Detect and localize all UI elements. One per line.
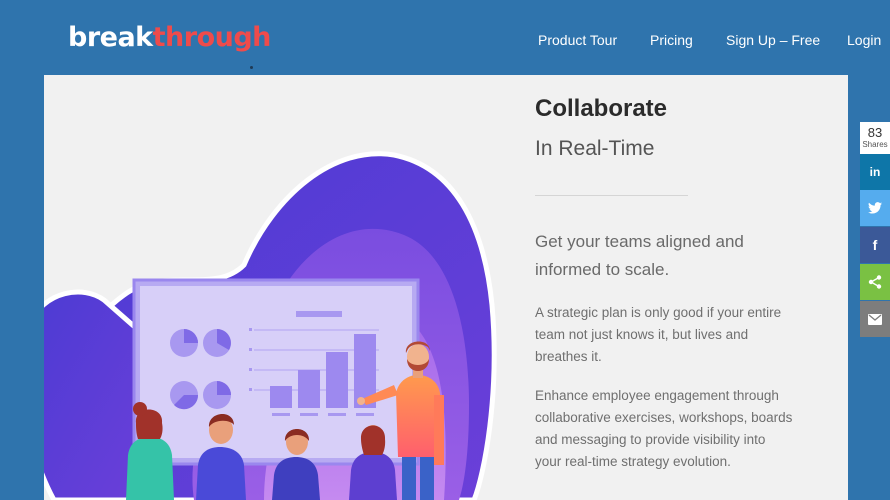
- hero-subtitle: In Real-Time: [535, 137, 655, 160]
- nav-pricing[interactable]: Pricing: [650, 32, 693, 48]
- site-header: breakthrough Product Tour Pricing Sign U…: [44, 0, 881, 75]
- twitter-icon: [868, 202, 882, 214]
- generic-share-button[interactable]: [860, 264, 890, 300]
- email-share-button[interactable]: [860, 301, 890, 337]
- share-count-label: Shares: [862, 140, 888, 149]
- email-icon: [868, 313, 882, 325]
- logo-text-break: break: [68, 22, 153, 53]
- decorative-dot: [250, 66, 253, 69]
- logo[interactable]: breakthrough: [68, 20, 271, 56]
- divider: [535, 195, 688, 196]
- nav-product-tour[interactable]: Product Tour: [538, 32, 617, 48]
- hero-paragraph-1: A strategic plan is only good if your en…: [535, 305, 782, 364]
- nav-sign-up[interactable]: Sign Up – Free: [726, 32, 820, 48]
- logo-text-through: through: [152, 22, 272, 53]
- presentation-illustration: [44, 151, 497, 500]
- share-count-number: 83: [867, 125, 883, 140]
- twitter-share-button[interactable]: [860, 190, 890, 226]
- hero-paragraph-2: Enhance employee engagement through coll…: [535, 388, 793, 469]
- facebook-share-button[interactable]: f: [860, 227, 890, 263]
- share-count: 83 Shares: [860, 122, 890, 154]
- facebook-icon: f: [872, 237, 878, 253]
- hero-title: Collaborate: [535, 95, 668, 122]
- hero-lead: Get your teams aligned and informed to s…: [535, 232, 744, 279]
- linkedin-share-button[interactable]: in: [860, 154, 890, 190]
- linkedin-icon: in: [869, 165, 881, 179]
- hero-section: Collaborate In Real-Time Get your teams …: [44, 75, 848, 500]
- nav-login[interactable]: Login: [847, 32, 881, 48]
- share-icon: [868, 275, 882, 289]
